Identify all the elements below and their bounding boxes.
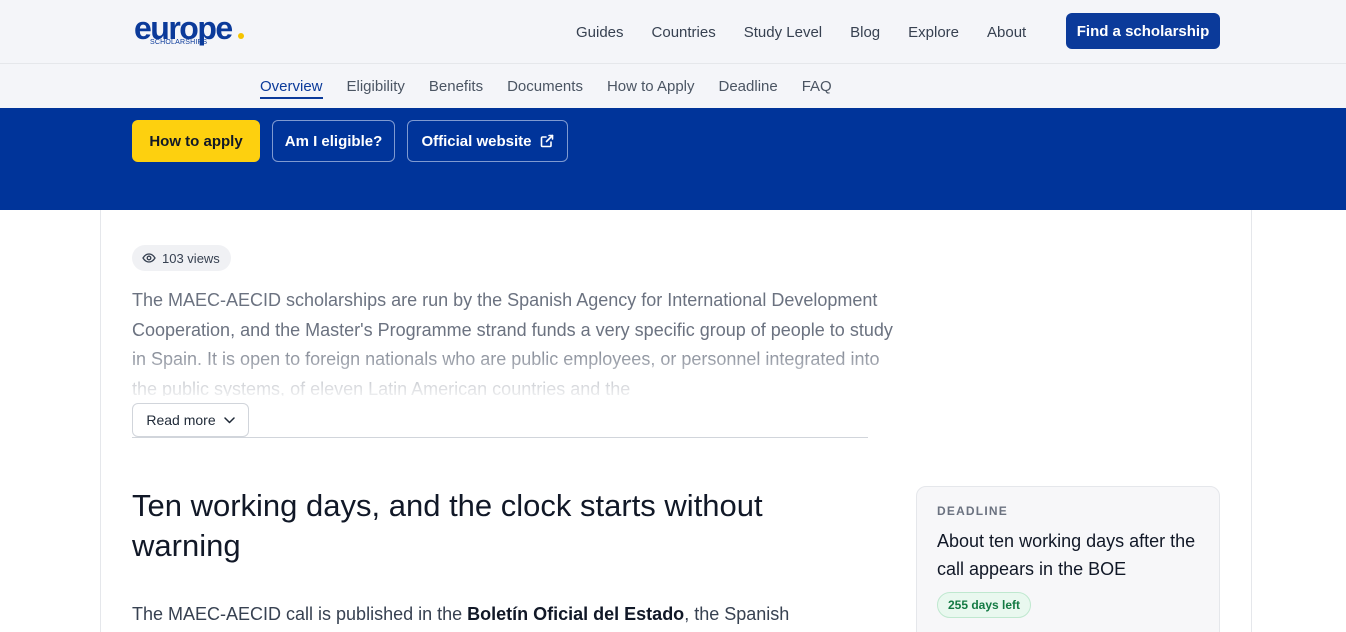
external-link-icon — [540, 134, 553, 148]
tab-how-to-apply[interactable]: How to Apply — [607, 64, 695, 108]
nav-study-level[interactable]: Study Level — [744, 24, 822, 41]
body-paragraph: The MAEC-AECID call is published in the … — [132, 600, 892, 628]
nav-about[interactable]: About — [987, 24, 1026, 41]
chevron-down-icon — [223, 416, 235, 423]
views-count: 103 views — [162, 250, 220, 266]
site-logo[interactable]: europe SCHOLARSHIPS — [134, 12, 254, 48]
read-more-button[interactable]: Read more — [132, 403, 249, 437]
nav-countries[interactable]: Countries — [652, 24, 716, 41]
top-header: europe SCHOLARSHIPS Guides Countries Stu… — [0, 0, 1346, 64]
deadline-card: DEADLINE About ten working days after th… — [916, 486, 1220, 632]
find-scholarship-button[interactable]: Find a scholarship — [1066, 13, 1220, 49]
views-badge: 103 views — [132, 245, 231, 271]
am-i-eligible-button[interactable]: Am I eligible? — [272, 120, 395, 162]
how-to-apply-button[interactable]: How to apply — [132, 120, 260, 162]
deadline-text: About ten working days after the call ap… — [937, 531, 1196, 579]
body-text-suffix: , the Spanish — [684, 604, 790, 624]
official-website-button[interactable]: Official website — [407, 120, 568, 162]
nav-blog[interactable]: Blog — [850, 24, 880, 41]
nav-guides[interactable]: Guides — [576, 24, 624, 41]
tab-documents[interactable]: Documents — [507, 64, 583, 108]
days-left-badge: 255 days left — [937, 592, 1032, 618]
tab-eligibility[interactable]: Eligibility — [347, 64, 405, 108]
intro-fade-overlay — [132, 340, 902, 398]
section-tabs: Overview Eligibility Benefits Documents … — [0, 64, 1346, 108]
tab-overview[interactable]: Overview — [260, 64, 323, 108]
eye-icon — [142, 253, 156, 263]
body-text-prefix: The MAEC-AECID call is published in the — [132, 604, 468, 624]
deadline-label: DEADLINE — [937, 504, 1008, 518]
official-website-label: Official website — [421, 132, 532, 150]
read-more-label: Read more — [146, 412, 216, 428]
section-heading: Ten working days, and the clock starts w… — [132, 488, 763, 563]
logo-subtext: SCHOLARSHIPS — [150, 39, 208, 46]
section-divider — [132, 437, 868, 438]
tab-faq[interactable]: FAQ — [802, 64, 832, 108]
nav-explore[interactable]: Explore — [908, 24, 959, 41]
hero-band: How to apply Am I eligible? Official web… — [0, 108, 1346, 210]
tab-deadline[interactable]: Deadline — [719, 64, 778, 108]
main-nav: Guides Countries Study Level Blog Explor… — [576, 0, 1054, 64]
body-text-bold: Boletín Oficial del Estado — [467, 604, 685, 624]
logo-dot — [238, 33, 244, 39]
tab-benefits[interactable]: Benefits — [429, 64, 483, 108]
